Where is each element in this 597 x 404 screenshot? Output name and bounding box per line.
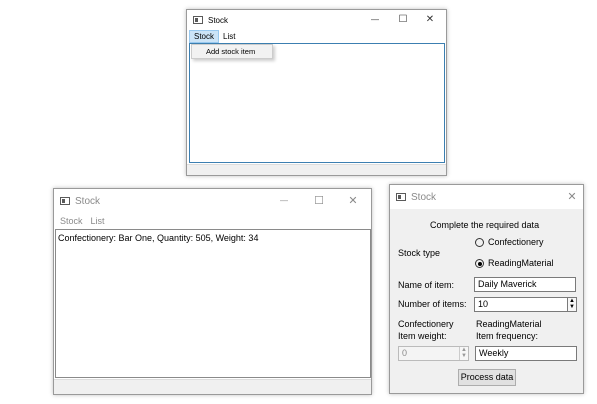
weight-spinner[interactable]: ▲ ▼ xyxy=(459,347,468,360)
stock-dropdown-menu: Add stock item xyxy=(191,44,273,59)
stock-dialog: Stock ✕ Complete the required data Stock… xyxy=(389,184,584,394)
title-bar[interactable]: Stock — ☐ ✕ xyxy=(54,189,371,213)
name-input[interactable]: Daily Maverick xyxy=(474,277,576,292)
number-spinner[interactable]: ▲ ▼ xyxy=(567,298,576,311)
client-area xyxy=(189,43,445,163)
menu-list[interactable]: List xyxy=(87,215,109,228)
radio-label: ReadingMaterial xyxy=(488,258,554,268)
list-item: Confectionery: Bar One, Quantity: 505, W… xyxy=(58,233,259,243)
conf-weight-label-1: Confectionery xyxy=(398,319,454,329)
name-label: Name of item: xyxy=(398,280,455,290)
app-icon xyxy=(193,16,203,24)
frequency-input[interactable]: Weekly xyxy=(475,346,577,361)
dialog-title: Stock xyxy=(411,191,437,203)
number-input[interactable]: 10 ▲ ▼ xyxy=(474,297,577,312)
radio-readingmaterial[interactable]: ReadingMaterial xyxy=(475,258,554,269)
stock-window-menu-open: Stock — ☐ ✕ Stock List Add stock item xyxy=(186,9,447,176)
process-data-button[interactable]: Process data xyxy=(458,369,516,386)
radio-circle xyxy=(475,238,484,248)
status-bar xyxy=(54,379,371,394)
menu-stock[interactable]: Stock xyxy=(189,30,220,43)
menu-bar: Stock List xyxy=(187,30,446,43)
app-icon xyxy=(60,197,70,205)
close-button[interactable]: ✕ xyxy=(343,189,363,213)
number-label: Number of items: xyxy=(398,299,467,309)
stock-type-label: Stock type xyxy=(398,248,441,258)
list-content-area: Confectionery: Bar One, Quantity: 505, W… xyxy=(55,229,371,378)
title-bar[interactable]: Stock ✕ xyxy=(390,185,583,209)
app-icon xyxy=(396,193,406,201)
window-title: Stock xyxy=(75,195,101,207)
radio-confectionery[interactable]: Confectionery xyxy=(475,237,544,248)
minimize-button[interactable]: — xyxy=(274,189,294,213)
close-button[interactable]: ✕ xyxy=(562,185,582,209)
maximize-button[interactable]: ☐ xyxy=(393,10,413,30)
menu-bar: Stock List xyxy=(54,213,371,229)
minimize-button[interactable]: — xyxy=(365,10,385,30)
close-button[interactable]: ✕ xyxy=(420,10,440,30)
stock-window-list: Stock — ☐ ✕ Stock List Confectionery: Ba… xyxy=(53,188,372,395)
menu-stock[interactable]: Stock xyxy=(56,215,87,228)
conf-weight-label-2: Item weight: xyxy=(398,331,447,341)
window-title: Stock xyxy=(208,15,229,25)
title-bar[interactable]: Stock — ☐ ✕ xyxy=(187,10,446,30)
reading-frequency-label-1: ReadingMaterial xyxy=(476,319,542,329)
radio-circle xyxy=(475,259,484,269)
maximize-button[interactable]: ☐ xyxy=(309,189,329,213)
number-value: 10 xyxy=(478,299,489,309)
reading-frequency-label-2: Item frequency: xyxy=(476,331,539,341)
radio-label: Confectionery xyxy=(488,237,544,247)
weight-value: 0 xyxy=(402,348,408,358)
form-heading: Complete the required data xyxy=(430,220,540,230)
menu-item-add-stock[interactable]: Add stock item xyxy=(192,45,272,58)
status-bar xyxy=(187,164,446,175)
weight-input[interactable]: 0 ▲ ▼ xyxy=(398,346,469,361)
menu-list[interactable]: List xyxy=(219,30,239,43)
